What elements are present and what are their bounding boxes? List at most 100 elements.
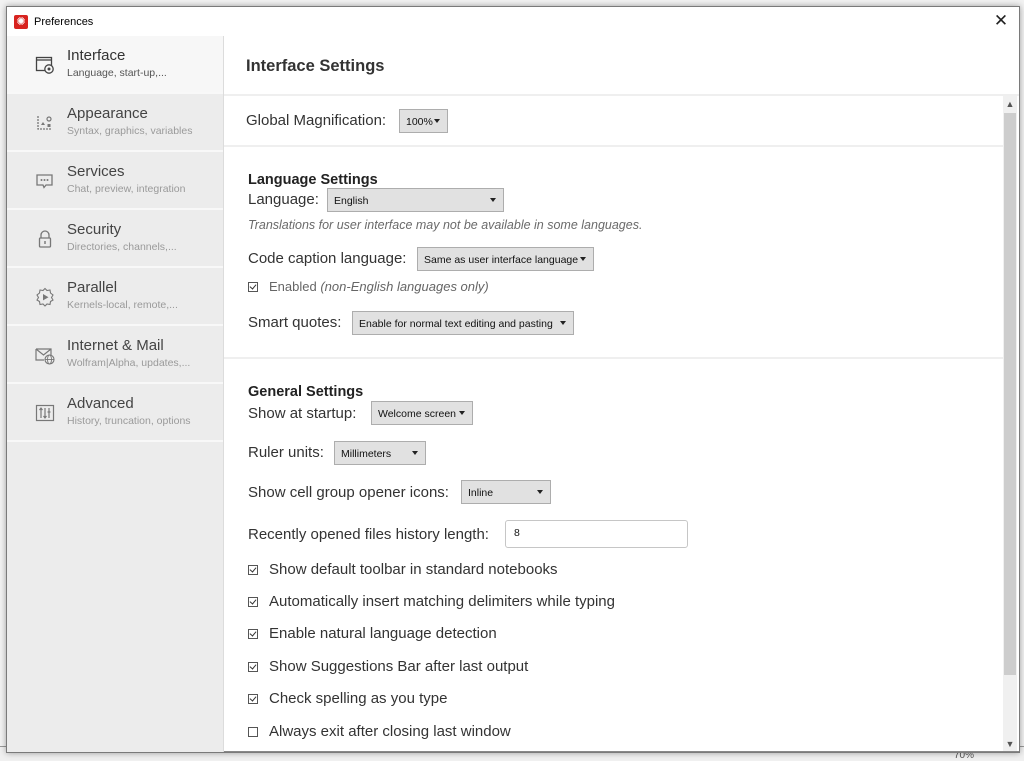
chevron-down-icon bbox=[490, 198, 496, 202]
code-caption-label: Code caption language: bbox=[248, 250, 407, 267]
chevron-down-icon bbox=[537, 490, 543, 494]
sidebar-item-title: Services bbox=[67, 163, 125, 180]
preferences-dialog: ✺ Preferences ✕ Interface Language, star… bbox=[6, 6, 1020, 753]
sidebar-item-internet-mail[interactable]: Internet & Mail Wolfram|Alpha, updates,.… bbox=[7, 326, 223, 384]
cell-group-opener-dropdown[interactable]: Inline bbox=[461, 480, 551, 504]
scroll-down-icon[interactable]: ▼ bbox=[1003, 736, 1017, 752]
interface-window-gear-icon bbox=[35, 56, 54, 74]
language-value: English bbox=[334, 195, 369, 207]
checkbox-label: Show Suggestions Bar after last output bbox=[269, 658, 529, 675]
services-chat-bubble-icon bbox=[36, 174, 53, 189]
matching-delimiters-checkbox[interactable] bbox=[248, 596, 258, 607]
divider bbox=[224, 145, 1003, 147]
security-lock-icon bbox=[38, 230, 52, 248]
title-bar: ✺ Preferences ✕ bbox=[7, 7, 1019, 36]
sidebar-item-interface[interactable]: Interface Language, start-up,... bbox=[7, 36, 223, 94]
scroll-up-icon[interactable]: ▲ bbox=[1003, 96, 1017, 112]
sidebar-item-security[interactable]: Security Directories, channels,... bbox=[7, 210, 223, 268]
close-button[interactable]: ✕ bbox=[991, 11, 1011, 31]
scrollbar-thumb[interactable] bbox=[1004, 113, 1016, 675]
chevron-down-icon bbox=[412, 451, 418, 455]
wolfram-app-icon: ✺ bbox=[14, 14, 28, 29]
page-title: Interface Settings bbox=[246, 57, 385, 75]
enabled-label-text: Enabled bbox=[269, 279, 317, 294]
checkbox-row[interactable]: Enable natural language detection bbox=[248, 625, 497, 642]
settings-panel: Interface Settings Global Magnification:… bbox=[224, 36, 1019, 752]
magnification-value: 100% bbox=[406, 116, 433, 128]
checkbox-row[interactable]: Show default toolbar in standard noteboo… bbox=[248, 561, 558, 578]
sidebar: Interface Language, start-up,... Appeara… bbox=[7, 36, 224, 752]
sidebar-item-subtitle: Syntax, graphics, variables bbox=[67, 125, 193, 137]
code-caption-value: Same as user interface language bbox=[424, 254, 579, 266]
startup-value: Welcome screen bbox=[378, 408, 457, 420]
appearance-chart-icon bbox=[37, 116, 52, 130]
enabled-checkbox-row[interactable]: Enabled (non-English languages only) bbox=[248, 279, 489, 294]
always-exit-checkbox[interactable] bbox=[248, 726, 258, 737]
vertical-scrollbar[interactable]: ▲ ▼ bbox=[1003, 96, 1017, 752]
advanced-sliders-icon bbox=[35, 404, 55, 422]
checkbox-label: Automatically insert matching delimiters… bbox=[269, 593, 615, 610]
sidebar-item-subtitle: History, truncation, options bbox=[67, 415, 191, 427]
ruler-units-label: Ruler units: bbox=[248, 444, 324, 461]
internet-mail-globe-icon bbox=[35, 348, 55, 365]
code-caption-dropdown[interactable]: Same as user interface language bbox=[417, 247, 594, 271]
sidebar-item-subtitle: Language, start-up,... bbox=[67, 67, 167, 79]
parallel-gear-play-icon bbox=[36, 287, 54, 307]
sidebar-item-services[interactable]: Services Chat, preview, integration bbox=[7, 152, 223, 210]
history-length-input[interactable]: 8 bbox=[505, 520, 688, 548]
enabled-label: Enabled (non-English languages only) bbox=[269, 279, 489, 294]
language-settings-heading: Language Settings bbox=[248, 172, 378, 188]
language-dropdown[interactable]: English bbox=[327, 188, 504, 212]
natural-language-checkbox[interactable] bbox=[248, 628, 258, 639]
window-title: Preferences bbox=[34, 15, 94, 28]
history-length-label: Recently opened files history length: bbox=[248, 526, 489, 543]
sidebar-item-parallel[interactable]: Parallel Kernels-local, remote,... bbox=[7, 268, 223, 326]
chevron-down-icon bbox=[580, 257, 586, 261]
settings-scroll-area: Global Magnification: 100% Language Sett… bbox=[224, 96, 1019, 752]
checkbox-row[interactable]: Always exit after closing last window bbox=[248, 723, 511, 740]
chevron-down-icon bbox=[560, 321, 566, 325]
sidebar-item-title: Advanced bbox=[67, 395, 134, 412]
sidebar-item-appearance[interactable]: Appearance Syntax, graphics, variables bbox=[7, 94, 223, 152]
magnification-label: Global Magnification: bbox=[246, 112, 387, 129]
cell-group-opener-value: Inline bbox=[468, 487, 494, 499]
sidebar-item-advanced[interactable]: Advanced History, truncation, options bbox=[7, 384, 223, 442]
sidebar-item-subtitle: Wolfram|Alpha, updates,... bbox=[67, 357, 191, 369]
checkbox-row[interactable]: Automatically insert matching delimiters… bbox=[248, 593, 615, 610]
smart-quotes-value: Enable for normal text editing and pasti… bbox=[359, 318, 553, 330]
enabled-checkbox[interactable] bbox=[248, 281, 258, 292]
startup-label: Show at startup: bbox=[248, 405, 357, 422]
suggestions-bar-checkbox[interactable] bbox=[248, 661, 258, 672]
checkbox-label: Enable natural language detection bbox=[269, 625, 497, 642]
enabled-label-note: (non-English languages only) bbox=[320, 279, 489, 294]
spell-check-checkbox[interactable] bbox=[248, 693, 258, 704]
chevron-down-icon bbox=[434, 119, 440, 123]
smart-quotes-dropdown[interactable]: Enable for normal text editing and pasti… bbox=[352, 311, 574, 335]
default-toolbar-checkbox[interactable] bbox=[248, 564, 258, 575]
sidebar-item-title: Security bbox=[67, 221, 122, 238]
sidebar-item-title: Appearance bbox=[67, 105, 148, 122]
checkbox-label: Show default toolbar in standard noteboo… bbox=[269, 561, 558, 578]
sidebar-item-subtitle: Directories, channels,... bbox=[67, 241, 177, 253]
startup-dropdown[interactable]: Welcome screen bbox=[371, 401, 473, 425]
general-settings-heading: General Settings bbox=[248, 384, 364, 400]
magnification-dropdown[interactable]: 100% bbox=[399, 109, 448, 133]
divider bbox=[224, 357, 1003, 359]
sidebar-item-title: Interface bbox=[67, 47, 126, 64]
cell-group-opener-label: Show cell group opener icons: bbox=[248, 484, 449, 501]
ruler-units-dropdown[interactable]: Millimeters bbox=[334, 441, 426, 465]
checkbox-label: Check spelling as you type bbox=[269, 690, 448, 707]
translation-note: Translations for user interface may not … bbox=[248, 218, 643, 232]
sidebar-item-subtitle: Chat, preview, integration bbox=[67, 183, 186, 195]
divider bbox=[224, 751, 1019, 752]
chevron-down-icon bbox=[459, 411, 465, 415]
ruler-units-value: Millimeters bbox=[341, 448, 392, 460]
sidebar-item-title: Parallel bbox=[67, 279, 118, 296]
checkbox-row[interactable]: Check spelling as you type bbox=[248, 690, 447, 707]
checkbox-label: Always exit after closing last window bbox=[269, 723, 511, 740]
sidebar-item-subtitle: Kernels-local, remote,... bbox=[67, 299, 178, 311]
smart-quotes-label: Smart quotes: bbox=[248, 314, 342, 331]
checkbox-row[interactable]: Show Suggestions Bar after last output bbox=[248, 658, 528, 675]
sidebar-item-title: Internet & Mail bbox=[67, 337, 164, 354]
language-label: Language: bbox=[248, 191, 319, 208]
